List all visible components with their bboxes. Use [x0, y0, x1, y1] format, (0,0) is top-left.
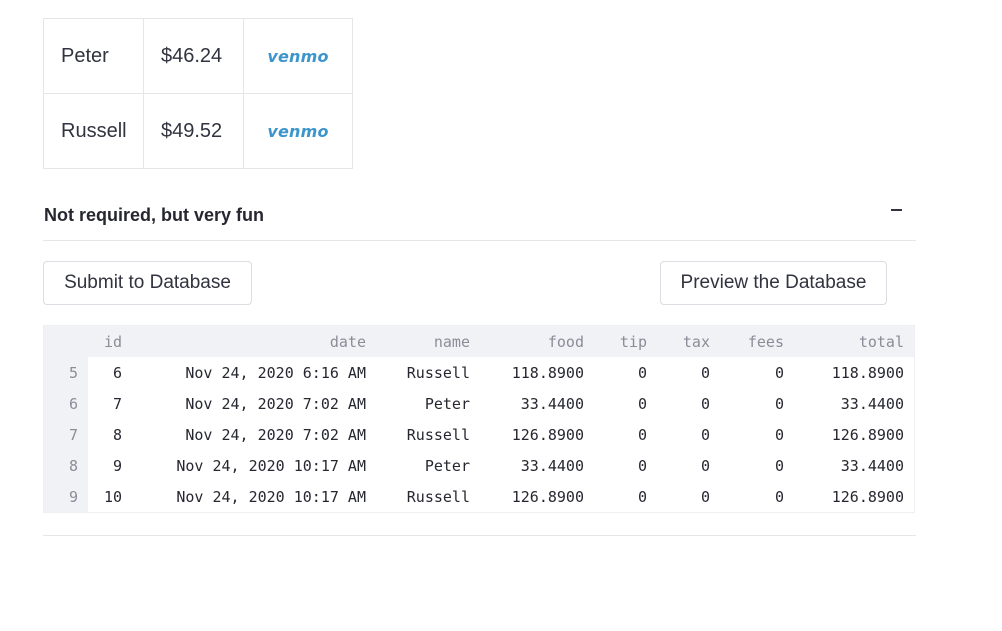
- cell-fees: 0: [774, 487, 784, 506]
- payment-row: Russell $49.52 venmo: [43, 93, 353, 169]
- row-index: 6: [44, 388, 88, 419]
- column-header-id[interactable]: id: [88, 326, 132, 357]
- payment-amount: $46.24: [143, 18, 244, 94]
- cell-fees: 0: [774, 456, 784, 475]
- cell-fees: 0: [774, 363, 784, 382]
- cell-tip: 0: [637, 394, 647, 413]
- cell-fees: 0: [774, 394, 784, 413]
- payer-name: Russell: [43, 93, 144, 169]
- cell-total: 118.8900: [831, 363, 904, 382]
- cell-total: 126.8900: [831, 487, 904, 506]
- index-header: [44, 326, 88, 357]
- table-row: 6 7 Nov 24, 2020 7:02 AM Peter 33.4400 0…: [44, 388, 914, 419]
- payment-row: Peter $46.24 venmo: [43, 18, 353, 94]
- cell-id: 10: [103, 487, 122, 506]
- venmo-cell: venmo: [243, 18, 353, 94]
- cell-date: Nov 24, 2020 10:17 AM: [176, 456, 366, 475]
- row-index: 5: [44, 357, 88, 388]
- cell-date: Nov 24, 2020 7:02 AM: [185, 425, 366, 444]
- row-index: 7: [44, 419, 88, 450]
- payment-table: Peter $46.24 venmo Russell $49.52 venmo: [43, 18, 353, 169]
- cell-name: Russell: [406, 487, 470, 506]
- venmo-link[interactable]: venmo: [267, 122, 328, 141]
- dataframe[interactable]: id date name food tip tax fees total 5 6…: [43, 325, 915, 513]
- cell-fees: 0: [774, 425, 784, 444]
- cell-name: Russell: [406, 363, 470, 382]
- dataframe-header: id date name food tip tax fees total: [44, 326, 914, 357]
- column-header-food[interactable]: food: [480, 326, 594, 357]
- cell-date: Nov 24, 2020 7:02 AM: [185, 394, 366, 413]
- table-row: 8 9 Nov 24, 2020 10:17 AM Peter 33.4400 …: [44, 450, 914, 481]
- cell-food: 33.4400: [520, 394, 584, 413]
- cell-tip: 0: [637, 487, 647, 506]
- cell-tax: 0: [700, 363, 710, 382]
- cell-tax: 0: [700, 456, 710, 475]
- submit-to-database-button[interactable]: Submit to Database: [43, 261, 252, 305]
- venmo-cell: venmo: [243, 93, 353, 169]
- column-header-tax[interactable]: tax: [657, 326, 720, 357]
- table-row: 9 10 Nov 24, 2020 10:17 AM Russell 126.8…: [44, 481, 914, 512]
- cell-tax: 0: [700, 425, 710, 444]
- cell-total: 33.4400: [840, 456, 904, 475]
- cell-food: 118.8900: [511, 363, 584, 382]
- cell-date: Nov 24, 2020 10:17 AM: [176, 487, 366, 506]
- cell-food: 126.8900: [511, 425, 584, 444]
- column-header-name[interactable]: name: [376, 326, 480, 357]
- table-row: 7 8 Nov 24, 2020 7:02 AM Russell 126.890…: [44, 419, 914, 450]
- cell-tax: 0: [700, 394, 710, 413]
- column-header-date[interactable]: date: [132, 326, 376, 357]
- cell-name: Russell: [406, 425, 470, 444]
- cell-name: Peter: [424, 456, 470, 475]
- cell-id: 6: [112, 363, 122, 382]
- venmo-link[interactable]: venmo: [267, 47, 328, 66]
- divider: [43, 535, 916, 536]
- table-row: 5 6 Nov 24, 2020 6:16 AM Russell 118.890…: [44, 357, 914, 388]
- preview-database-button[interactable]: Preview the Database: [660, 261, 887, 305]
- cell-id: 8: [112, 425, 122, 444]
- expander-header[interactable]: Not required, but very fun: [43, 196, 916, 241]
- cell-date: Nov 24, 2020 6:16 AM: [185, 363, 366, 382]
- expander-label: Not required, but very fun: [44, 205, 265, 225]
- minus-icon[interactable]: [891, 209, 902, 211]
- cell-food: 33.4400: [520, 456, 584, 475]
- cell-food: 126.8900: [511, 487, 584, 506]
- cell-id: 9: [112, 456, 122, 475]
- cell-tip: 0: [637, 363, 647, 382]
- cell-tip: 0: [637, 456, 647, 475]
- payment-amount: $49.52: [143, 93, 244, 169]
- cell-total: 33.4400: [840, 394, 904, 413]
- payer-name: Peter: [43, 18, 144, 94]
- column-header-tip[interactable]: tip: [594, 326, 657, 357]
- cell-id: 7: [112, 394, 122, 413]
- row-index: 9: [44, 481, 88, 512]
- cell-tax: 0: [700, 487, 710, 506]
- row-index: 8: [44, 450, 88, 481]
- column-header-fees[interactable]: fees: [720, 326, 794, 357]
- column-header-total[interactable]: total: [794, 326, 914, 357]
- cell-tip: 0: [637, 425, 647, 444]
- cell-name: Peter: [424, 394, 470, 413]
- cell-total: 126.8900: [831, 425, 904, 444]
